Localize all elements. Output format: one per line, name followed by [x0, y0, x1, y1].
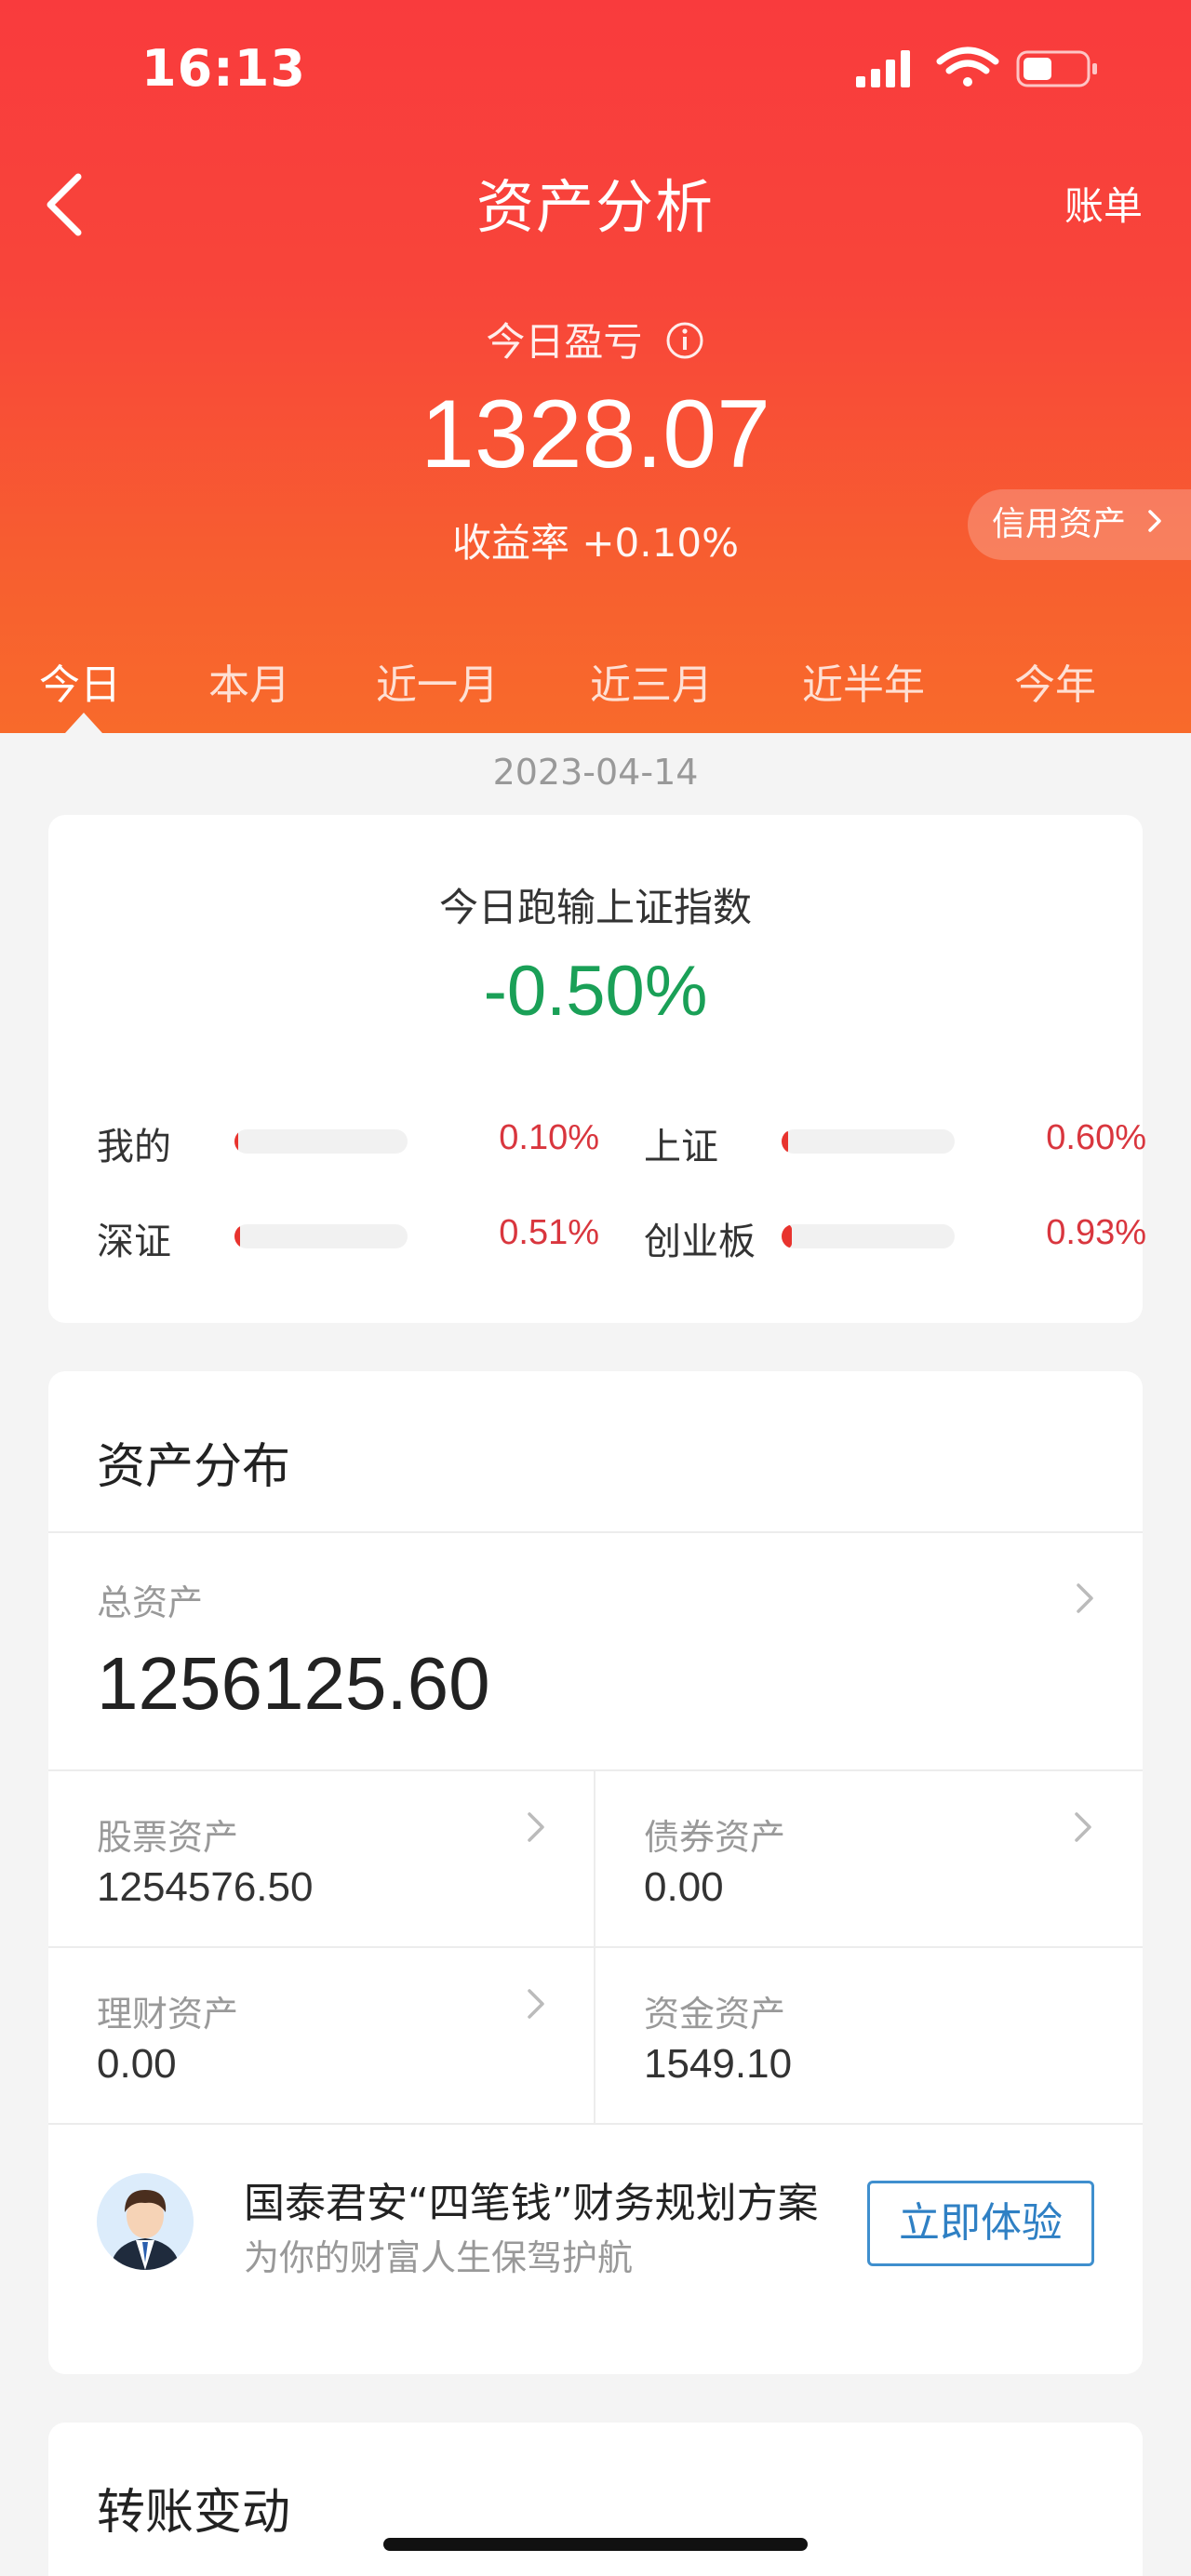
- stock-assets-label: 股票资产: [97, 1817, 239, 1858]
- compare-label: 上证: [644, 1126, 718, 1168]
- status-time: 16:13: [141, 39, 306, 98]
- vertical-divider: [594, 1771, 596, 2125]
- chevron-right-icon: [1075, 1812, 1091, 1842]
- transfer-changes-card: 转账变动: [48, 2423, 1143, 2576]
- wealth-assets-label: 理财资产: [97, 1994, 239, 2035]
- promo-title: 国泰君安“四笔钱”财务规划方案: [244, 2180, 819, 2227]
- comparison-value: -0.50%: [483, 952, 708, 1031]
- asset-distribution-card: 资产分布 总资产 1256125.60 股票资产 1254576.50 债券资产…: [48, 1371, 1143, 2374]
- wealth-assets-cell[interactable]: 理财资产 0.00: [48, 1948, 596, 2123]
- compare-row-chinext: 创业板 0.93%: [644, 1211, 1146, 1267]
- compare-row-shenzhen: 深证 0.51%: [97, 1211, 599, 1267]
- wifi-icon: [936, 47, 999, 87]
- index-comparison-card: 今日跑输上证指数 -0.50% 我的 0.10% 上证 0.60% 深证 0.5…: [48, 815, 1146, 1323]
- compare-pct: 0.93%: [1046, 1213, 1146, 1252]
- credit-assets-label: 信用资产: [992, 505, 1127, 543]
- compare-bar-fill: [782, 1224, 792, 1248]
- battery-icon: [1016, 50, 1097, 87]
- chevron-right-icon: [528, 1989, 544, 2019]
- asset-distribution-title: 资产分布: [97, 1439, 291, 1495]
- cash-assets-cell: 资金资产 1549.10: [596, 1948, 1143, 2123]
- page-title: 资产分析: [475, 173, 715, 241]
- compare-bar-fill: [234, 1224, 240, 1248]
- compare-row-mine: 我的 0.10%: [97, 1116, 599, 1172]
- home-indicator: [383, 2538, 808, 2551]
- tab-this-month[interactable]: 本月: [208, 651, 290, 711]
- compare-pct: 0.60%: [1046, 1118, 1146, 1157]
- header: 16:13 资产分析 账单 今日盈亏 1328.07 收益率 +0.10% 信用…: [0, 0, 1191, 733]
- today-pl-label: 今日盈亏: [0, 311, 1191, 370]
- financial-plan-promo: 国泰君安“四笔钱”财务规划方案 为你的财富人生保驾护航 立即体验: [48, 2134, 1143, 2320]
- compare-label: 我的: [97, 1126, 171, 1168]
- promo-subtitle: 为你的财富人生保驾护航: [244, 2237, 634, 2278]
- signal-icon: [856, 50, 910, 87]
- compare-label: 深证: [97, 1221, 171, 1263]
- compare-bar: [234, 1129, 408, 1154]
- stock-assets-cell[interactable]: 股票资产 1254576.50: [48, 1771, 596, 1946]
- compare-bar-fill: [782, 1129, 788, 1154]
- tab-last-three-months[interactable]: 近三月: [590, 651, 713, 711]
- divider: [48, 1531, 1143, 1533]
- tab-last-month[interactable]: 近一月: [376, 651, 499, 711]
- bond-assets-label: 债券资产: [644, 1817, 786, 1858]
- chevron-right-icon: [1077, 1583, 1093, 1613]
- compare-bar: [234, 1224, 408, 1248]
- status-bar: 16:13: [0, 0, 1191, 140]
- stock-assets-value: 1254576.50: [97, 1864, 314, 1910]
- compare-bar-fill: [234, 1129, 238, 1154]
- chevron-right-icon: [528, 1812, 544, 1842]
- bond-assets-cell[interactable]: 债券资产 0.00: [596, 1771, 1143, 1946]
- compare-bar: [782, 1129, 955, 1154]
- compare-pct: 0.51%: [499, 1213, 599, 1252]
- active-tab-pointer: [65, 713, 102, 733]
- tab-today[interactable]: 今日: [39, 651, 121, 711]
- chevron-right-icon: [1145, 490, 1164, 561]
- bill-link[interactable]: 账单: [1064, 175, 1143, 232]
- date-label: 2023-04-14: [492, 752, 699, 793]
- tab-last-half-year[interactable]: 近半年: [802, 651, 925, 711]
- info-icon[interactable]: [664, 320, 705, 370]
- transfer-changes-title: 转账变动: [97, 2485, 291, 2541]
- advisor-avatar: [97, 2173, 194, 2270]
- compare-label: 创业板: [644, 1221, 756, 1263]
- cash-assets-value: 1549.10: [644, 2041, 793, 2087]
- total-assets-label: 总资产: [97, 1582, 204, 1623]
- comparison-title: 今日跑输上证指数: [438, 885, 752, 930]
- status-icons: [854, 45, 1105, 91]
- bond-assets-value: 0.00: [644, 1864, 724, 1910]
- cash-assets-label: 资金资产: [644, 1994, 786, 2035]
- wealth-assets-value: 0.00: [97, 2041, 177, 2087]
- compare-bar: [782, 1224, 955, 1248]
- total-assets-value: 1256125.60: [97, 1642, 490, 1725]
- compare-pct: 0.10%: [499, 1118, 599, 1157]
- try-now-button[interactable]: 立即体验: [867, 2181, 1094, 2266]
- today-pl-value: 1328.07: [421, 380, 770, 488]
- divider: [48, 2123, 1143, 2125]
- period-tabs: 今日 本月 近一月 近三月 近半年 今年: [0, 642, 1191, 733]
- today-pl-label-text: 今日盈亏: [486, 319, 643, 365]
- compare-row-shanghai: 上证 0.60%: [644, 1116, 1146, 1172]
- credit-assets-button[interactable]: 信用资产: [968, 489, 1191, 560]
- tab-this-year[interactable]: 今年: [1014, 651, 1096, 711]
